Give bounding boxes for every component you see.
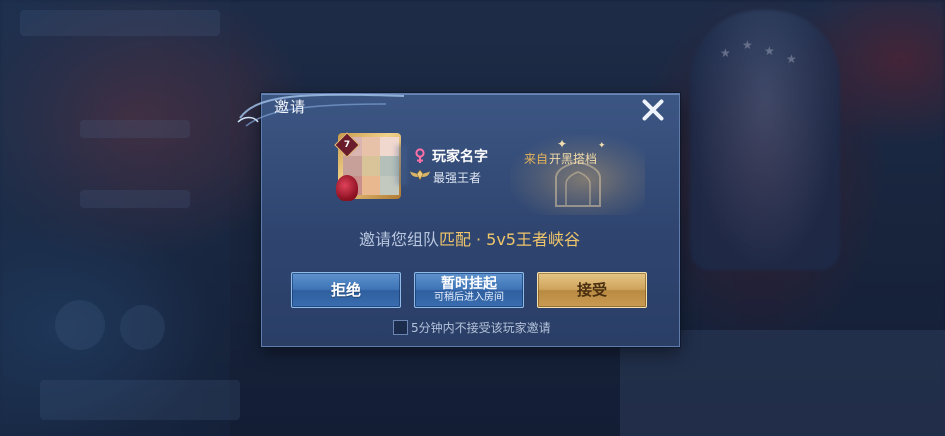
rank-name: 最强王者	[433, 171, 482, 185]
sparkle-icon: ✦	[557, 137, 568, 151]
sparkle-icon: ✦	[598, 141, 606, 151]
invite-text: 邀请您组队	[359, 230, 440, 249]
dialog-title: 邀请	[274, 98, 307, 116]
hold-button-label: 暂时挂起	[441, 276, 497, 292]
avatar-blur-edge	[393, 145, 407, 185]
level-badge: 7	[343, 140, 351, 150]
rank-wings-icon	[410, 169, 430, 181]
reject-button-label: 拒绝	[330, 281, 361, 299]
hold-button-sublabel: 可稍后进入房间	[434, 292, 504, 303]
player-name: 玩家名字	[432, 149, 488, 165]
accept-button[interactable]: 接受	[537, 272, 647, 308]
hold-button[interactable]: 暂时挂起 可稍后进入房间	[414, 272, 524, 308]
relationship-prefix: 来自	[524, 152, 549, 166]
block-invites-label[interactable]: 5分钟内不接受该玩家邀请	[411, 319, 551, 336]
close-icon[interactable]	[639, 96, 667, 124]
invite-map: 5v5王者峡谷	[486, 230, 580, 249]
invite-mode: 匹配	[439, 230, 472, 249]
avatar-rose-decoration	[336, 175, 358, 201]
relationship-name: 开黑搭档	[549, 152, 598, 166]
block-invites-checkbox[interactable]	[393, 320, 408, 335]
accept-button-label: 接受	[576, 281, 607, 299]
invite-message: 邀请您组队匹配 · 5v5王者峡谷	[261, 226, 678, 250]
title-swirl-decoration	[237, 93, 405, 127]
reject-button[interactable]: 拒绝	[291, 272, 401, 308]
female-icon	[415, 148, 425, 163]
relationship-emblem-icon	[555, 160, 601, 207]
invite-separator: ·	[476, 230, 482, 249]
